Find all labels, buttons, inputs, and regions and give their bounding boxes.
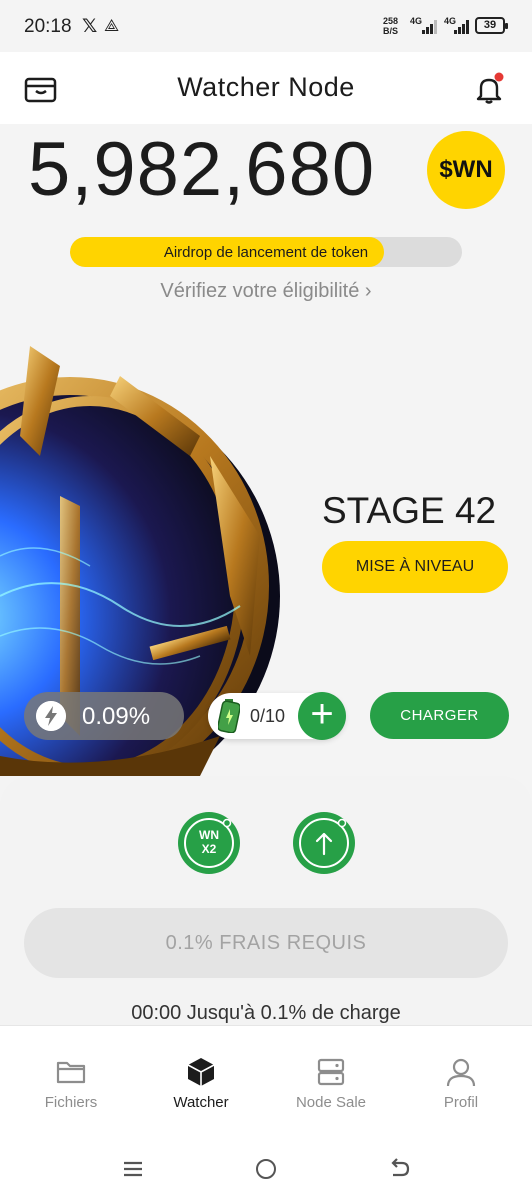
charger-button[interactable]: CHARGER — [370, 692, 509, 739]
verify-eligibility-link[interactable]: Vérifiez votre éligibilité › — [0, 280, 532, 303]
home-icon[interactable] — [256, 1159, 276, 1179]
airdrop-progress-bar[interactable]: Airdrop de lancement de token — [70, 237, 462, 267]
status-bar: 20:18 𝕏 ⟁ 258 B/S 4G 4G 39 — [0, 0, 532, 52]
app-header: Watcher Node — [0, 52, 532, 124]
mining-speed-value: 0.09% — [82, 703, 151, 730]
lightning-icon — [36, 701, 66, 731]
page-title: Watcher Node — [177, 72, 355, 102]
bottom-nav: Fichiers Watcher Node Sale Profil — [0, 1025, 532, 1135]
boost-label-line2: X2 — [201, 842, 217, 856]
battery-icon — [218, 699, 240, 733]
system-nav-bar — [0, 1135, 532, 1200]
notification-dot — [494, 72, 504, 82]
action-panel — [0, 776, 532, 1036]
nav-item-node-sale[interactable]: Node Sale — [266, 1056, 396, 1111]
token-badge: $WN — [427, 131, 505, 209]
signal-bars-1-icon — [422, 18, 440, 34]
stage-label: STAGE 42 — [322, 490, 497, 531]
boost-label: WN X2 — [178, 828, 240, 856]
ring-knob-icon — [222, 818, 232, 828]
battery-indicator: 39 — [475, 17, 508, 34]
folder-icon — [56, 1061, 86, 1084]
add-energy-button[interactable]: + — [298, 692, 346, 740]
boost-label-line1: WN — [199, 828, 219, 842]
nav-label-watcher: Watcher — [173, 1094, 229, 1111]
network-speed: 258 B/S — [383, 16, 398, 36]
nav-label-profil: Profil — [443, 1094, 479, 1111]
ring-knob-icon — [337, 818, 347, 828]
nav-item-profil[interactable]: Profil — [396, 1056, 526, 1111]
cube-icon — [187, 1058, 215, 1086]
nav-item-watcher[interactable]: Watcher — [136, 1056, 266, 1111]
network-speed-unit: B/S — [383, 26, 399, 36]
server-icon — [317, 1058, 345, 1086]
status-time: 20:18 — [24, 16, 72, 37]
bell-icon[interactable] — [472, 72, 506, 106]
signal-bars-2-icon — [454, 18, 472, 34]
fees-required-button[interactable]: 0.1% FRAIS REQUIS — [24, 908, 508, 978]
nav-label-fichiers: Fichiers — [44, 1094, 98, 1111]
charge-timer: 00:00 Jusqu'à 0.1% de charge — [131, 1002, 401, 1024]
back-icon[interactable] — [388, 1157, 410, 1179]
network-speed-value: 258 — [383, 16, 399, 26]
app-notification-icon: ⟁ — [104, 16, 120, 35]
upgrade-button[interactable]: MISE À NIVEAU — [322, 541, 508, 593]
upload-button[interactable] — [293, 812, 355, 874]
signal-label-1: 4G — [410, 16, 423, 26]
recent-apps-icon[interactable] — [123, 1161, 143, 1177]
arrow-up-icon — [315, 832, 333, 856]
user-icon — [446, 1058, 476, 1087]
x-logo-icon: 𝕏 — [82, 16, 98, 37]
airdrop-label: Airdrop de lancement de token — [163, 244, 369, 261]
nav-label-node-sale: Node Sale — [295, 1094, 367, 1111]
nav-item-fichiers[interactable]: Fichiers — [6, 1056, 136, 1111]
energy-value: 0/10 — [250, 706, 286, 726]
boost-x2-button[interactable]: WN X2 — [178, 812, 240, 874]
token-balance: 5,982,680 — [28, 127, 376, 212]
mining-speed-pill: 0.09% — [24, 692, 184, 740]
